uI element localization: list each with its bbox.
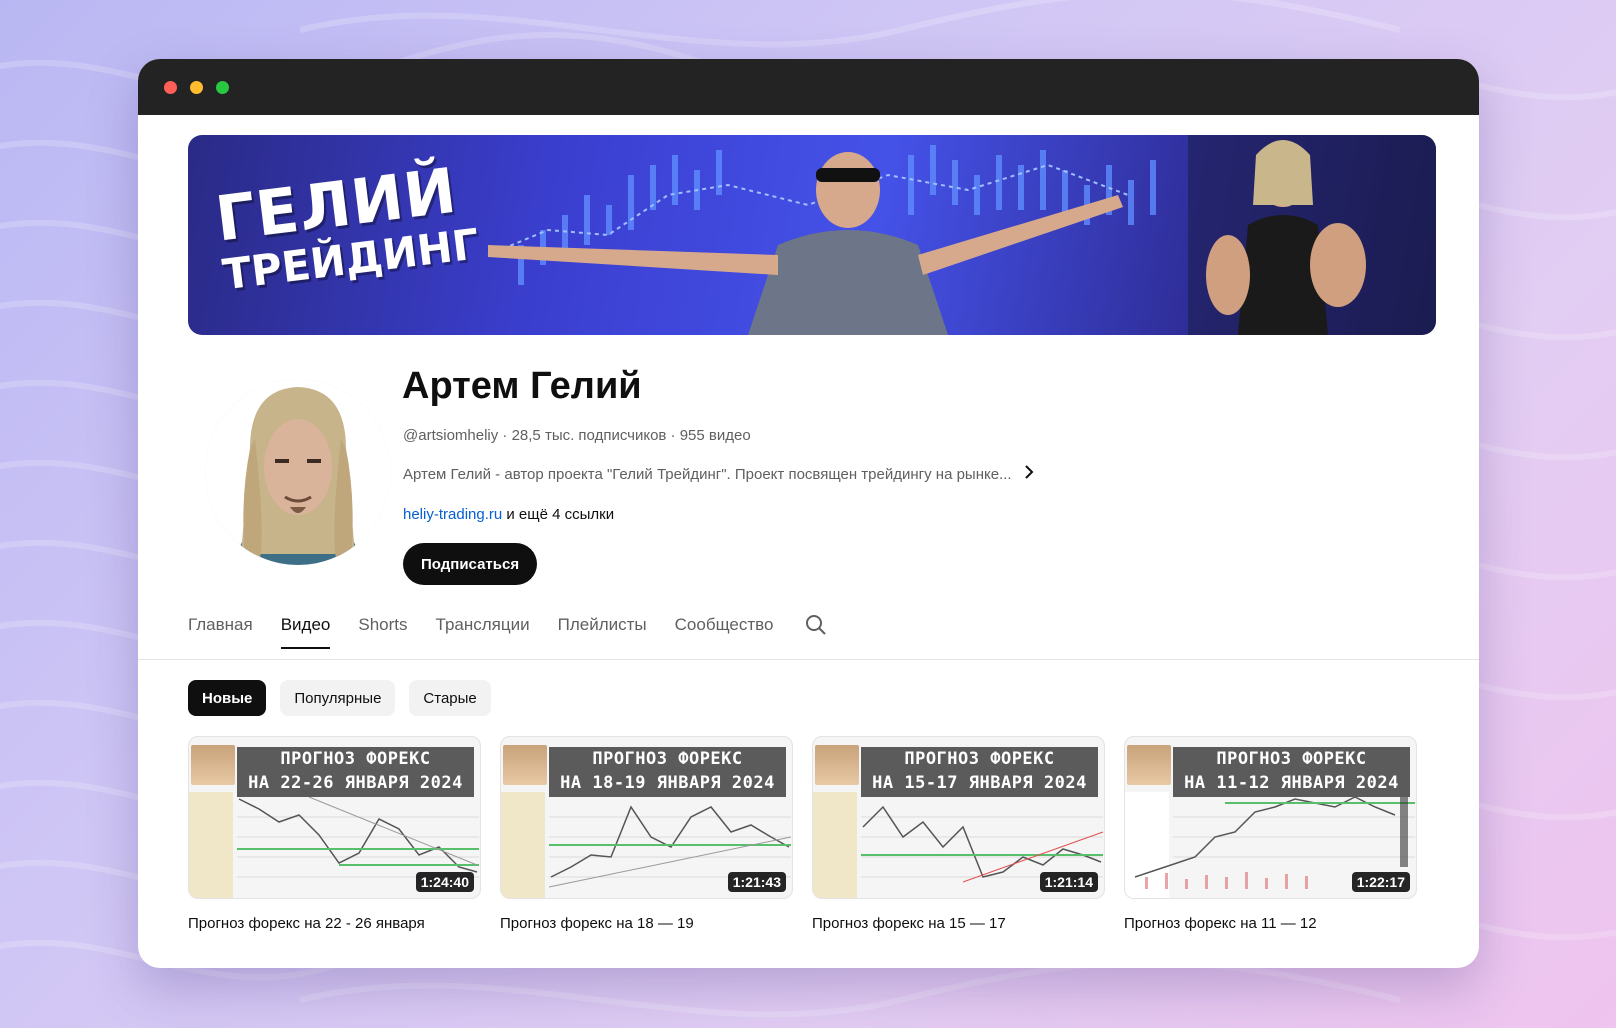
channel-meta: @artsiomheliy · 28,5 тыс. подписчиков · …	[403, 427, 751, 444]
video-title[interactable]: Прогноз форекс на 22 - 26 января	[188, 915, 481, 932]
channel-description[interactable]: Артем Гелий - автор проекта "Гелий Трейд…	[403, 464, 1034, 484]
sort-chips: Новые Популярные Старые	[188, 680, 491, 716]
video-duration: 1:24:40	[415, 872, 474, 892]
thumbnail-caption-line2: НА 11-12 ЯНВАРЯ 2024	[1184, 773, 1399, 793]
channel-more-links[interactable]: и ещё 4 ссылки	[506, 506, 614, 523]
close-window-button[interactable]	[164, 81, 177, 94]
chip-newest[interactable]: Новые	[188, 680, 267, 716]
thumbnail-avatar	[815, 745, 859, 785]
minimize-window-button[interactable]	[190, 81, 203, 94]
video-card[interactable]: ПРОГНОЗ ФОРЕКС НА 18-19 ЯНВАРЯ 2024 1:21…	[500, 736, 793, 932]
thumbnail-caption: ПРОГНОЗ ФОРЕКС НА 22-26 ЯНВАРЯ 2024	[237, 747, 474, 797]
channel-name: Артем Гелий	[402, 365, 642, 407]
thumbnail-caption: ПРОГНОЗ ФОРЕКС НА 15-17 ЯНВАРЯ 2024	[861, 747, 1098, 797]
video-card[interactable]: ПРОГНОЗ ФОРЕКС НА 22-26 ЯНВАРЯ 2024 1:24…	[188, 736, 481, 932]
thumbnail-caption: ПРОГНОЗ ФОРЕКС НА 18-19 ЯНВАРЯ 2024	[549, 747, 786, 797]
video-duration: 1:21:14	[1039, 872, 1098, 892]
thumbnail-avatar	[1127, 745, 1171, 785]
window-titlebar	[138, 59, 1479, 115]
tab-playlists[interactable]: Плейлисты	[544, 607, 661, 659]
subscribe-button[interactable]: Подписаться	[403, 543, 538, 585]
channel-website-link[interactable]: heliy-trading.ru	[403, 506, 502, 523]
tab-home[interactable]: Главная	[188, 607, 267, 659]
tabs-divider	[138, 659, 1479, 660]
tab-live[interactable]: Трансляции	[422, 607, 544, 659]
video-thumbnail[interactable]: ПРОГНОЗ ФОРЕКС НА 15-17 ЯНВАРЯ 2024 1:21…	[812, 736, 1105, 899]
search-icon[interactable]	[801, 607, 831, 643]
video-card[interactable]: ПРОГНОЗ ФОРЕКС НА 11-12 ЯНВАРЯ 2024 1:22…	[1124, 736, 1417, 932]
chip-oldest[interactable]: Старые	[409, 680, 491, 716]
video-title[interactable]: Прогноз форекс на 18 — 19	[500, 915, 793, 932]
chip-popular[interactable]: Популярные	[280, 680, 396, 716]
tab-shorts[interactable]: Shorts	[344, 607, 421, 659]
thumbnail-caption-line2: НА 18-19 ЯНВАРЯ 2024	[560, 773, 775, 793]
browser-window: ГЕЛИЙ ТРЕЙДИНГ Артем Гелий @artsiomheliy…	[138, 59, 1479, 968]
video-thumbnail[interactable]: ПРОГНОЗ ФОРЕКС НА 18-19 ЯНВАРЯ 2024 1:21…	[500, 736, 793, 899]
thumbnail-caption-line1: ПРОГНОЗ ФОРЕКС	[1216, 749, 1367, 769]
thumbnail-caption-line1: ПРОГНОЗ ФОРЕКС	[592, 749, 743, 769]
thumbnail-avatar	[503, 745, 547, 785]
avatar-portrait	[205, 379, 391, 565]
channel-avatar[interactable]	[205, 379, 391, 565]
thumbnail-caption-line2: НА 22-26 ЯНВАРЯ 2024	[248, 773, 463, 793]
thumbnail-avatar	[191, 745, 235, 785]
video-thumbnail[interactable]: ПРОГНОЗ ФОРЕКС НА 22-26 ЯНВАРЯ 2024 1:24…	[188, 736, 481, 899]
thumbnail-caption: ПРОГНОЗ ФОРЕКС НА 11-12 ЯНВАРЯ 2024	[1173, 747, 1410, 797]
thumbnail-caption-line1: ПРОГНОЗ ФОРЕКС	[280, 749, 431, 769]
channel-banner: ГЕЛИЙ ТРЕЙДИНГ	[188, 135, 1436, 335]
thumbnail-caption-line2: НА 15-17 ЯНВАРЯ 2024	[872, 773, 1087, 793]
maximize-window-button[interactable]	[216, 81, 229, 94]
thumbnail-caption-line1: ПРОГНОЗ ФОРЕКС	[904, 749, 1055, 769]
video-card[interactable]: ПРОГНОЗ ФОРЕКС НА 15-17 ЯНВАРЯ 2024 1:21…	[812, 736, 1105, 932]
channel-tabs: Главная Видео Shorts Трансляции Плейлист…	[188, 607, 1479, 659]
video-grid: ПРОГНОЗ ФОРЕКС НА 22-26 ЯНВАРЯ 2024 1:24…	[188, 736, 1417, 932]
video-title[interactable]: Прогноз форекс на 11 — 12	[1124, 915, 1417, 932]
chevron-right-icon[interactable]	[1024, 464, 1034, 484]
tab-community[interactable]: Сообщество	[661, 607, 788, 659]
video-thumbnail[interactable]: ПРОГНОЗ ФОРЕКС НА 11-12 ЯНВАРЯ 2024 1:22…	[1124, 736, 1417, 899]
video-duration: 1:21:43	[727, 872, 786, 892]
channel-description-text: Артем Гелий - автор проекта "Гелий Трейд…	[403, 465, 1012, 483]
tab-videos[interactable]: Видео	[267, 607, 345, 659]
channel-links: heliy-trading.ru и ещё 4 ссылки	[403, 506, 614, 523]
video-title[interactable]: Прогноз форекс на 15 — 17	[812, 915, 1105, 932]
video-duration: 1:22:17	[1351, 872, 1410, 892]
